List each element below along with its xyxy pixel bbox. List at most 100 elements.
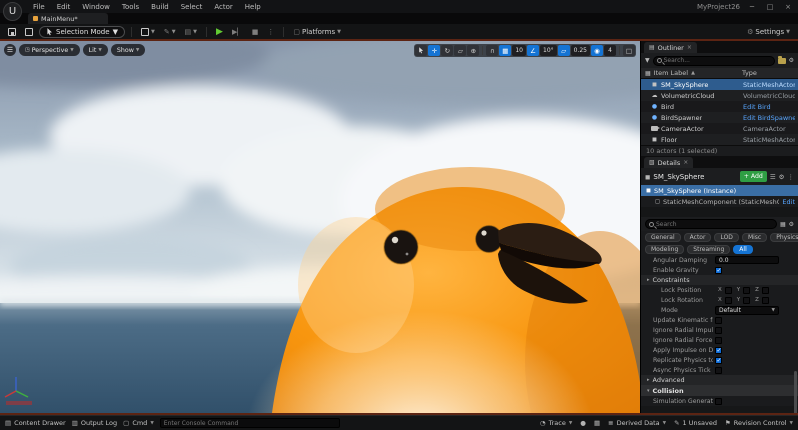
simulation-generates-checkbox[interactable] [715,397,722,405]
save-button[interactable] [5,26,19,38]
console-command-input-wrap[interactable] [159,418,340,428]
scale-tool-button[interactable]: ▱ [454,45,467,56]
mode-dropdown[interactable]: Default ▼ [715,305,779,315]
rotation-snap-toggle[interactable]: ∠ [527,45,539,56]
section-constraints[interactable]: ▸ Constraints [641,275,798,285]
details-search[interactable] [645,219,777,229]
close-button[interactable]: × [782,3,794,11]
lock-rotation-x-checkbox[interactable] [724,296,732,304]
enable-gravity-checkbox[interactable] [715,266,722,274]
menu-file[interactable]: File [28,2,50,12]
outliner-settings-icon[interactable]: ⚙ [789,57,794,64]
outliner-row-floor[interactable]: ◼ Floor StaticMeshActor [641,134,798,145]
tab-all[interactable]: All [733,245,753,254]
world-local-toggle[interactable]: ⊕ [467,45,480,56]
outliner-column-header[interactable]: ▦ Item Label ▲ Type [641,68,798,79]
tab-misc[interactable]: Misc [741,233,768,242]
output-log-button[interactable]: ▥ Output Log [72,419,117,427]
list-icon[interactable]: ☰ [770,173,776,181]
camera-speed-button[interactable]: ◉ [591,45,603,56]
cinematics-button[interactable]: ▤ ▼ [182,26,200,38]
play-options-button[interactable]: ⋮ [264,26,277,38]
outliner-search-input[interactable] [663,57,771,64]
edit-blueprint-link[interactable]: Edit Bird [743,103,795,111]
panel-options-icon[interactable]: ⋮ [788,173,795,181]
grid-snap-value[interactable]: 10 [512,45,526,56]
view-mode-dropdown[interactable]: Lit ▼ [82,44,108,56]
tab-physics[interactable]: Physics [770,233,798,242]
stop-button[interactable]: ■ [249,26,262,38]
surface-snap-toggle[interactable]: ∩ [486,45,499,56]
ignore-radial-impulse-checkbox[interactable] [715,326,722,334]
maximize-viewport-button[interactable]: □ [623,45,635,56]
add-component-button[interactable]: + Add [739,171,767,182]
tab-streaming[interactable]: Streaming [687,245,731,254]
minimize-button[interactable]: ─ [746,3,758,11]
lock-position-x-checkbox[interactable] [724,286,732,294]
play-button[interactable]: ▶ [213,26,226,38]
replicate-physics-checkbox[interactable] [715,356,722,364]
menu-build[interactable]: Build [146,2,174,12]
revision-control-dropdown[interactable]: ⚑ Revision Control ▼ [725,419,793,427]
details-settings-icon[interactable]: ⚙ [789,221,794,228]
outliner-row-sm-skysphere[interactable]: ◼ SM_SkySphere StaticMeshActor [641,79,798,90]
rotate-tool-button[interactable]: ↻ [441,45,454,56]
lock-rotation-z-checkbox[interactable] [761,296,769,304]
camera-mode-dropdown[interactable]: ◳ Perspective ▼ [19,44,80,56]
filter-icon[interactable]: ▼ [645,57,650,64]
tab-modeling[interactable]: Modeling [645,245,685,254]
details-gear-icon[interactable]: ⚙ [779,173,785,181]
lock-rotation-y-checkbox[interactable] [743,296,751,304]
ignore-radial-force-checkbox[interactable] [715,336,722,344]
category-collision[interactable]: ▾ Collision [641,385,798,396]
section-advanced[interactable]: ▸ Advanced [641,375,798,385]
maximize-button[interactable]: □ [764,3,776,11]
rotation-snap-value[interactable]: 10° [540,45,557,56]
close-tab-icon[interactable]: × [687,44,692,51]
menu-help[interactable]: Help [240,2,266,12]
async-tick-checkbox[interactable] [715,366,722,374]
derived-data-dropdown[interactable]: ≣ Derived Data ▼ [608,419,666,427]
outliner-search[interactable] [652,55,775,66]
unreal-engine-logo-icon[interactable]: U [3,2,22,21]
outliner-row-bird[interactable]: ● Bird Edit Bird [641,101,798,112]
blueprints-button[interactable]: ✎ ▼ [161,26,179,38]
instance-row[interactable]: ◼ SM_SkySphere (Instance) [641,185,798,196]
details-search-input[interactable] [656,220,773,228]
outliner-row-volumetriccloud[interactable]: ☁ VolumetricCloud VolumetricCloud [641,90,798,101]
angular-damping-field[interactable]: 0.0 [715,256,779,264]
tab-general[interactable]: General [645,233,681,242]
add-actor-button[interactable]: ▼ [138,26,158,38]
tab-lod[interactable]: LOD [714,233,739,242]
camera-speed-value[interactable]: 4 [604,45,616,56]
edit-blueprint-link[interactable]: Edit BirdSpawner [743,114,795,122]
outliner-row-cameraactor[interactable]: CameraActor CameraActor [641,123,798,134]
viewport-options-button[interactable]: ☰ [4,44,16,56]
new-folder-icon[interactable] [777,56,786,64]
outliner-row-birdspawner[interactable]: ● BirdSpawner Edit BirdSpawner [641,112,798,123]
menu-actor[interactable]: Actor [209,2,237,12]
console-command-input[interactable] [163,419,336,427]
lock-position-z-checkbox[interactable] [761,286,769,294]
frame-skip-button[interactable]: ▶▏ [229,26,246,38]
display-filter-icon[interactable]: ▦ [780,221,786,228]
menu-window[interactable]: Window [77,2,115,12]
lock-position-y-checkbox[interactable] [743,286,751,294]
component-row[interactable]: ◻ StaticMeshComponent (StaticMeshCompone… [641,196,798,207]
outliner-tab[interactable]: ▤ Outliner × [644,42,697,53]
level-viewport[interactable]: ☰ ◳ Perspective ▼ Lit ▼ Show ▼ ✛ ↻ ▱ ⊕ ∩ ▦ 1… [0,41,640,413]
close-tab-icon[interactable]: × [683,159,688,166]
menu-tools[interactable]: Tools [117,2,144,12]
platforms-dropdown[interactable]: ▢ Platforms ▼ [290,26,344,38]
unsaved-status-button[interactable]: ✎ 1 Unsaved [674,419,717,427]
details-tab[interactable]: ▧ Details × [644,157,694,168]
menu-select[interactable]: Select [176,2,208,12]
move-tool-button[interactable]: ✛ [428,45,441,56]
trace-dropdown[interactable]: ◔ Trace ▼ [540,419,572,427]
content-drawer-button[interactable]: ▤ Content Drawer [5,419,66,427]
scale-snap-toggle[interactable]: ▱ [557,45,570,56]
apply-impulse-checkbox[interactable] [715,346,722,354]
editor-modes-button[interactable] [22,26,36,38]
settings-dropdown[interactable]: ⚙ Settings ▼ [744,26,793,38]
show-flags-dropdown[interactable]: Show ▼ [110,44,146,56]
